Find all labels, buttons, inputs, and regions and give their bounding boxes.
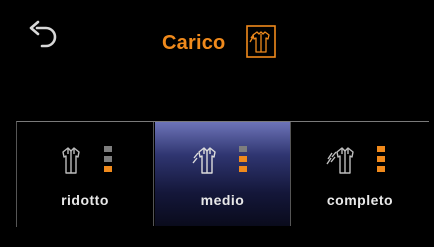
level-bar-3 (239, 146, 247, 152)
load-option-label: completo (326, 192, 394, 208)
load-option-completo[interactable]: completo (291, 122, 429, 226)
load-option-label: medio (200, 192, 245, 208)
level-bar-1 (104, 166, 112, 172)
level-bar-3 (377, 146, 385, 152)
load-options: ridotto medio completo (16, 121, 429, 227)
level-bar-2 (377, 156, 385, 162)
level-bar-1 (377, 166, 385, 172)
load-option-ridotto[interactable]: ridotto (17, 122, 154, 226)
laundry-load-icon (246, 25, 276, 58)
load-level-indicator (104, 146, 112, 172)
level-bar-3 (104, 146, 112, 152)
back-button[interactable] (22, 20, 64, 56)
load-option-medio[interactable]: medio (155, 122, 291, 226)
level-bar-1 (239, 166, 247, 172)
level-bar-2 (239, 156, 247, 162)
load-level-indicator (377, 146, 385, 172)
double-shirt-icon (192, 147, 216, 174)
single-shirt-icon (62, 147, 80, 174)
back-arrow-icon (29, 20, 57, 48)
triple-shirt-icon (326, 147, 354, 174)
load-level-indicator (239, 146, 247, 172)
load-selection-screen: Carico ridotto medio completo (0, 0, 434, 247)
load-option-label: ridotto (61, 192, 109, 208)
level-bar-2 (104, 156, 112, 162)
page-title: Carico (162, 32, 226, 54)
